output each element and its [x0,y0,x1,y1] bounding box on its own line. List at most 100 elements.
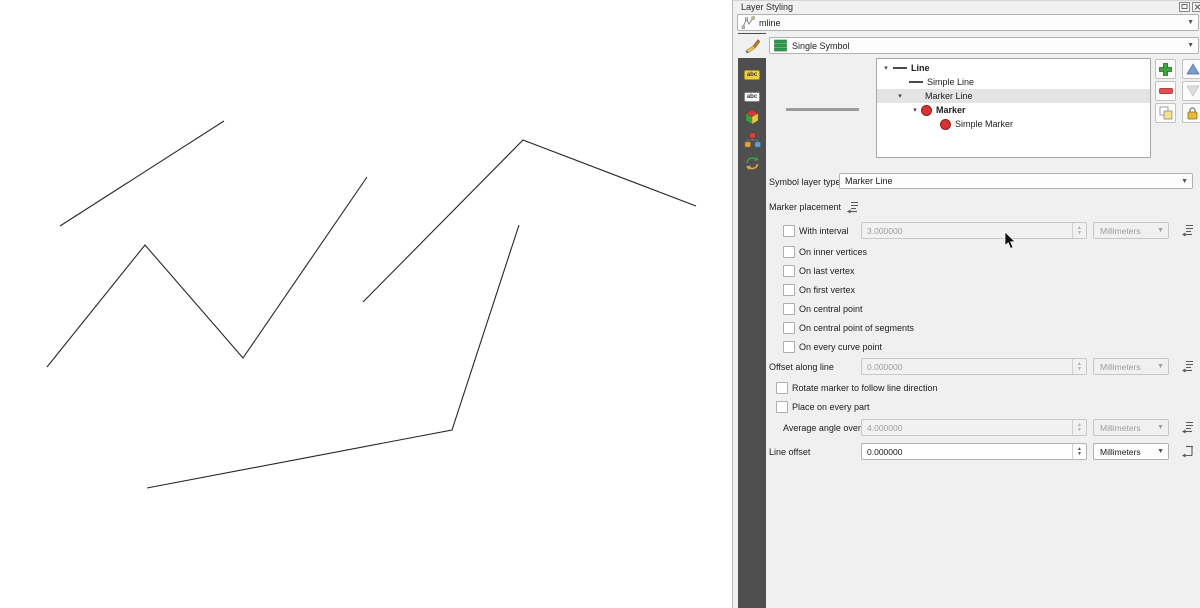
on-first-vertex-checkbox[interactable] [783,284,795,296]
expander-icon[interactable]: ▾ [895,92,905,100]
close-panel-icon[interactable] [1192,2,1200,12]
interval-spinbox[interactable]: 3.000000 ▲▼ [861,222,1087,239]
marker-placement-override-button[interactable] [845,200,860,214]
with-interval-checkbox[interactable] [783,225,795,237]
panel-title: Layer Styling [741,2,793,12]
add-symbol-layer-button[interactable] [1155,59,1176,79]
average-angle-over-label: Average angle over [783,423,861,433]
chevron-down-icon: ▼ [1181,178,1188,185]
symbol-layer-type-select[interactable]: Marker Line ▼ [839,173,1193,189]
tree-label: Marker [936,105,966,115]
marker-placement-label: Marker placement [769,202,841,212]
simple-line-icon [909,81,923,83]
layer-selector[interactable]: mline ▼ [737,14,1199,31]
spin-arrows-icon[interactable]: ▲▼ [1072,444,1086,459]
remove-symbol-layer-button[interactable] [1155,81,1176,101]
tab-history[interactable] [738,151,766,175]
line-offset-unit-select[interactable]: Millimeters ▼ [1093,443,1169,460]
average-angle-spinbox[interactable]: 4.000000 ▲▼ [861,419,1087,436]
spin-arrows-icon[interactable]: ▲▼ [1072,420,1086,435]
diagram-icon [744,132,761,148]
expander-icon[interactable]: ▾ [910,106,920,114]
interval-unit-select[interactable]: Millimeters▼ [1093,222,1169,239]
with-interval-label: With interval [799,226,849,236]
qgis-window: Layer Styling mline ▼ abc [0,0,1200,608]
offset-along-line-value: 0.000000 [862,362,902,372]
on-inner-vertices-label: On inner vertices [799,247,867,257]
offset-along-line-spinbox[interactable]: 0.000000 ▲▼ [861,358,1087,375]
interval-unit-value: Millimeters [1094,226,1141,236]
move-layer-down-button[interactable] [1182,81,1200,101]
symbol-layer-type-value: Marker Line [845,176,893,186]
on-central-point-label: On central point [799,304,863,314]
tree-row-simple-line[interactable]: Simple Line [877,75,1150,89]
line-offset-unit-value: Millimeters [1094,447,1141,457]
tree-row-simple-marker[interactable]: Simple Marker [877,117,1150,131]
line-symbol-icon [893,67,907,69]
rotate-marker-checkbox[interactable] [776,382,788,394]
place-on-every-part-checkbox[interactable] [776,401,788,413]
duplicate-icon [1159,106,1173,120]
on-inner-vertices-checkbox[interactable] [783,246,795,258]
duplicate-symbol-layer-button[interactable] [1155,103,1176,123]
map-canvas[interactable] [0,0,732,608]
average-angle-override-button[interactable] [1180,420,1195,434]
map-lines-svg [0,0,732,608]
tree-label: Simple Marker [955,119,1013,129]
tree-label: Marker Line [925,91,973,101]
tree-label: Simple Line [927,77,974,87]
spin-arrows-icon[interactable]: ▲▼ [1072,223,1086,238]
mouse-cursor [1004,232,1016,250]
tree-row-marker[interactable]: ▾ Marker [877,103,1150,117]
spin-arrows-icon[interactable]: ▲▼ [1072,359,1086,374]
on-last-vertex-label: On last vertex [799,266,855,276]
offset-unit-value: Millimeters [1094,362,1141,372]
tab-labels[interactable]: abc [738,63,766,87]
line-offset-spinbox[interactable]: 0.000000 ▲▼ [861,443,1087,460]
layer-name: mline [759,18,781,28]
symbol-preview-line [786,108,859,111]
chevron-down-icon: ▼ [1157,363,1164,370]
simple-marker-icon [940,119,951,130]
float-panel-icon[interactable] [1179,2,1190,12]
offset-along-line-unit-select[interactable]: Millimeters ▼ [1093,358,1169,375]
green-plus-icon [1158,62,1173,77]
on-last-vertex-checkbox[interactable] [783,265,795,277]
average-angle-unit-select[interactable]: Millimeters▼ [1093,419,1169,436]
chevron-down-icon: ▼ [1187,19,1194,26]
interval-override-button[interactable] [1180,223,1195,237]
tree-row-line[interactable]: ▾ Line [877,61,1150,75]
tab-3d-view[interactable] [738,105,766,129]
line-offset-override-button[interactable] [1180,444,1195,458]
red-minus-icon [1159,88,1173,94]
move-layer-up-button[interactable] [1182,59,1200,79]
panel-tab-strip: abc abc [738,33,766,608]
up-arrow-icon [1186,63,1200,75]
marker-symbol-icon [921,105,932,116]
on-central-point-of-segments-checkbox[interactable] [783,322,795,334]
chevron-down-icon: ▼ [1187,42,1194,49]
lock-icon [1186,106,1199,120]
average-angle-value: 4.000000 [862,423,902,433]
rotate-marker-label: Rotate marker to follow line direction [792,383,938,393]
paintbrush-icon [744,38,761,54]
chevron-down-icon: ▼ [1157,424,1164,431]
tree-row-marker-line[interactable]: ▾ Marker Line [877,89,1150,103]
chevron-down-icon: ▼ [1157,448,1164,455]
symbol-layer-type-label: Symbol layer type [769,177,841,187]
offset-along-line-override-button[interactable] [1180,359,1195,373]
on-central-point-checkbox[interactable] [783,303,795,315]
on-every-curve-point-label: On every curve point [799,342,882,352]
masks-icon: abc [744,92,760,102]
on-first-vertex-label: On first vertex [799,285,855,295]
expander-icon[interactable]: ▾ [881,64,891,72]
renderer-selector[interactable]: Single Symbol ▼ [769,37,1199,54]
single-symbol-icon [774,39,787,52]
down-arrow-icon [1186,85,1200,97]
line-offset-value: 0.000000 [862,447,902,457]
tab-diagrams[interactable] [738,128,766,152]
place-on-every-part-label: Place on every part [792,402,870,412]
lock-color-button[interactable] [1182,103,1200,123]
tab-symbology[interactable] [738,34,767,58]
on-every-curve-point-checkbox[interactable] [783,341,795,353]
